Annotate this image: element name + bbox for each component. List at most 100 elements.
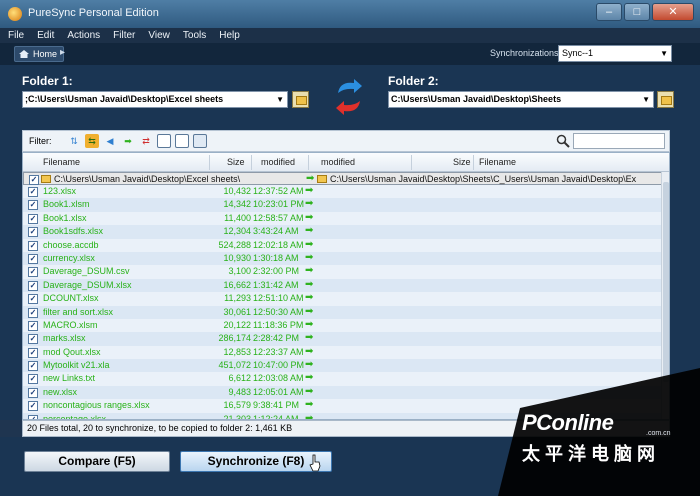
folder2-input[interactable]: C:\Users\Usman Javaid\Desktop\Sheets ▼ [388, 91, 654, 108]
forward-icon[interactable]: ▸ [60, 47, 65, 58]
sync-direction-icon[interactable]: ➡ [305, 319, 313, 330]
folder2-browse-icon[interactable] [657, 91, 674, 108]
file-size: 10,930 [223, 252, 251, 263]
column-divider[interactable] [411, 155, 412, 170]
file-row[interactable]: ✓ DCOUNT.xlsx 11,293 12:51:10 AM ➡ [23, 292, 663, 306]
row-checkbox[interactable]: ✓ [28, 320, 38, 331]
col-filename[interactable]: Filename [43, 157, 80, 167]
filter-tree-icon[interactable]: ⇅ [67, 134, 81, 148]
filter-right-icon[interactable]: ➡ [121, 134, 135, 148]
maximize-button[interactable]: □ [624, 3, 650, 21]
root-folder-row[interactable]: ✓ C:\Users\Usman Javaid\Desktop\Excel sh… [23, 172, 663, 185]
folder1-browse-icon[interactable] [292, 91, 309, 108]
col-size[interactable]: Size [227, 157, 245, 167]
sync-direction-icon[interactable]: ➡ [305, 265, 313, 276]
file-row[interactable]: ✓ currency.xlsx 10,930 1:30:18 AM ➡ [23, 251, 663, 266]
sync-direction-icon[interactable]: ➡ [305, 252, 313, 263]
sync-direction-icon[interactable]: ➡ [305, 198, 313, 209]
row-checkbox[interactable]: ✓ [28, 227, 38, 238]
sync-direction-icon[interactable]: ➡ [305, 239, 313, 250]
row-checkbox[interactable]: ✓ [28, 374, 38, 385]
row-checkbox[interactable]: ✓ [28, 240, 38, 251]
row-checkbox[interactable]: ✓ [28, 387, 38, 398]
col-size-right[interactable]: Size [453, 157, 471, 167]
folder1-input[interactable]: ;C:\Users\Usman Javaid\Desktop\Excel she… [22, 91, 288, 108]
row-checkbox[interactable]: ✓ [28, 334, 38, 345]
row-checkbox[interactable]: ✓ [28, 187, 38, 197]
file-row[interactable]: ✓ MACRO.xlsm 20,122 11:18:36 PM ➡ [23, 318, 663, 333]
sync-direction-icon[interactable]: ➡ [305, 372, 313, 383]
file-row[interactable]: ✓ Daverage_DSUM.xlsx 16,662 1:31:42 AM ➡ [23, 278, 663, 293]
file-size: 524,288 [218, 239, 251, 250]
close-button[interactable]: ✕ [652, 3, 694, 21]
sync-direction-icon[interactable]: ➡ [305, 306, 313, 317]
file-row[interactable]: ✓ marks.xlsx 286,174 2:28:42 PM ➡ [23, 332, 663, 346]
row-checkbox[interactable]: ✓ [28, 200, 38, 211]
sync-direction-icon[interactable]: ➡ [305, 332, 313, 343]
col-modified[interactable]: modified [261, 157, 295, 167]
row-checkbox[interactable]: ✓ [28, 253, 38, 264]
file-row[interactable]: ✓ Daverage_DSUM.csv 3,100 2:32:00 PM ➡ [23, 265, 663, 279]
menu-view[interactable]: View [148, 30, 170, 41]
menu-tools[interactable]: Tools [183, 30, 206, 41]
file-row[interactable]: ✓ choose.accdb 524,288 12:02:18 AM ➡ [23, 238, 663, 252]
menu-filter[interactable]: Filter [113, 30, 135, 41]
col-filename-right[interactable]: Filename [479, 157, 516, 167]
column-divider[interactable] [473, 155, 474, 170]
sync-direction-icon[interactable]: ➡ [305, 279, 313, 290]
filter-view-left-icon[interactable] [157, 134, 171, 148]
sync-direction-icon[interactable]: ➡ [305, 225, 313, 236]
row-checkbox[interactable]: ✓ [28, 267, 38, 278]
folder-panel: Folder 1: ;C:\Users\Usman Javaid\Desktop… [0, 65, 700, 130]
sync-select[interactable]: Sync--1 ▼ [558, 45, 672, 62]
sync-direction-icon[interactable]: ➡ [305, 292, 313, 303]
sync-direction-icon[interactable]: ➡ [305, 386, 313, 397]
file-row[interactable]: ✓ Book1.xlsx 11,400 12:58:57 AM ➡ [23, 211, 663, 226]
scrollbar-thumb[interactable] [663, 182, 669, 382]
file-size: 9,483 [228, 386, 251, 397]
sync-direction-icon[interactable]: ➡ [305, 399, 313, 410]
column-divider[interactable] [209, 155, 210, 170]
file-row[interactable]: ✓ mod Qout.xlsx 12,853 12:23:37 AM ➡ [23, 345, 663, 360]
row-checkbox[interactable]: ✓ [28, 347, 38, 358]
file-row[interactable]: ✓ Book1sdfs.xlsx 12,304 3:43:24 AM ➡ [23, 225, 663, 239]
search-input[interactable] [573, 133, 665, 149]
row-checkbox[interactable]: ✓ [29, 175, 39, 185]
file-size: 20,122 [223, 319, 251, 330]
sync-direction-icon[interactable]: ➡ [305, 346, 313, 357]
file-row[interactable]: ✓ filter and sort.xlsx 30,061 12:50:30 AM ➡ [23, 305, 663, 319]
sync-direction-icon[interactable]: ➡ [305, 185, 313, 196]
compare-button[interactable]: Compare (F5) [24, 451, 170, 472]
filter-left-icon[interactable]: ◀ [103, 134, 117, 148]
filter-changed-icon[interactable]: ⇆ [85, 134, 99, 148]
sync-direction-icon[interactable]: ➡ [305, 413, 313, 419]
home-button[interactable]: Home [14, 46, 65, 62]
row-checkbox[interactable]: ✓ [28, 307, 38, 318]
file-name: choose.accdb [43, 239, 99, 250]
row-checkbox[interactable]: ✓ [28, 361, 38, 372]
file-row[interactable]: ✓ 123.xlsx 10,432 12:37:52 AM ➡ [23, 185, 663, 199]
row-checkbox[interactable]: ✓ [28, 213, 38, 224]
sync-direction-icon[interactable]: ➡ [305, 359, 313, 370]
filter-view-both-icon[interactable] [193, 134, 207, 148]
menu-file[interactable]: File [8, 30, 24, 41]
file-modified: 10:47:00 PM [253, 360, 305, 371]
col-modified-right[interactable]: modified [321, 157, 355, 167]
sync-direction-icon[interactable]: ➡ [305, 212, 313, 223]
file-row[interactable]: ✓ Book1.xlsm 14,342 10:23:01 PM ➡ [23, 198, 663, 212]
menu-actions[interactable]: Actions [67, 30, 100, 41]
row-checkbox[interactable]: ✓ [28, 280, 38, 291]
row-checkbox[interactable]: ✓ [28, 401, 38, 412]
filter-view-right-icon[interactable] [175, 134, 189, 148]
search-icon[interactable] [556, 134, 570, 148]
minimize-button[interactable]: – [596, 3, 622, 21]
menu-edit[interactable]: Edit [37, 30, 54, 41]
menu-help[interactable]: Help [219, 30, 240, 41]
column-divider[interactable] [308, 155, 309, 170]
file-name: noncontagious ranges.xlsx [43, 400, 150, 411]
sync-direction-icon[interactable]: ➡ [306, 173, 314, 184]
row-checkbox[interactable]: ✓ [28, 294, 38, 305]
filter-delete-icon[interactable]: ⇄ [139, 134, 153, 148]
swap-folders-icon[interactable] [334, 77, 364, 117]
column-divider[interactable] [251, 155, 252, 170]
